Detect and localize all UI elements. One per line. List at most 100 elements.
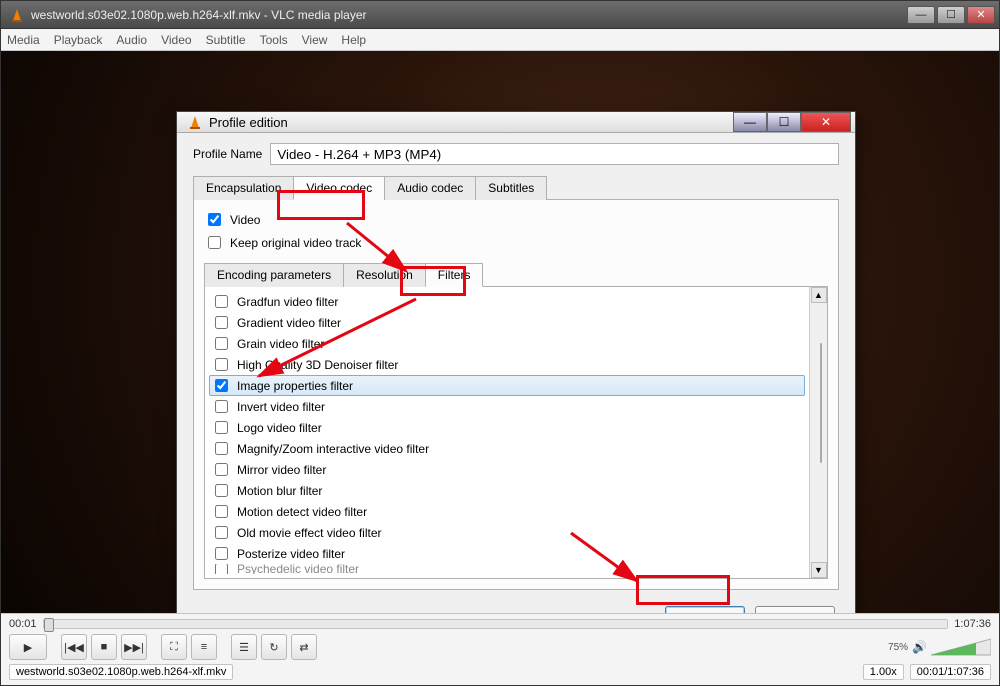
tab-encapsulation[interactable]: Encapsulation — [193, 176, 294, 200]
filter-checkbox[interactable] — [215, 295, 228, 308]
filter-label: Gradfun video filter — [237, 295, 338, 309]
menu-bar: Media Playback Audio Video Subtitle Tool… — [1, 29, 999, 51]
filter-item[interactable]: Logo video filter — [209, 417, 805, 438]
playlist-button[interactable]: ☰ — [231, 634, 257, 660]
filter-label: Old movie effect video filter — [237, 526, 382, 540]
filter-item[interactable]: Motion detect video filter — [209, 501, 805, 522]
video-checkbox[interactable] — [208, 213, 221, 226]
stop-button[interactable]: ■ — [91, 634, 117, 660]
video-codec-panel: Video Keep original video track Encoding… — [193, 200, 839, 590]
menu-media[interactable]: Media — [7, 33, 40, 47]
filter-checkbox[interactable] — [215, 484, 228, 497]
tab-subtitles[interactable]: Subtitles — [475, 176, 547, 200]
dialog-minimize-button[interactable]: — — [733, 112, 767, 132]
filter-label: Gradient video filter — [237, 316, 341, 330]
maximize-button[interactable]: ☐ — [937, 6, 965, 24]
playback-speed[interactable]: 1.00x — [863, 664, 904, 680]
filter-item[interactable]: Grain video filter — [209, 333, 805, 354]
scrollbar[interactable]: ▲ ▼ — [809, 287, 827, 578]
filter-label: Motion detect video filter — [237, 505, 367, 519]
extended-settings-button[interactable]: ≡ — [191, 634, 217, 660]
fullscreen-button[interactable]: ⛶ — [161, 634, 187, 660]
subtab-resolution[interactable]: Resolution — [343, 263, 426, 287]
filter-checkbox[interactable] — [215, 316, 228, 329]
play-button[interactable]: ▶ — [9, 634, 47, 660]
filter-checkbox[interactable] — [215, 442, 228, 455]
tab-audio-codec[interactable]: Audio codec — [384, 176, 476, 200]
filter-label: Psychedelic video filter — [237, 564, 359, 574]
menu-help[interactable]: Help — [341, 33, 366, 47]
video-area[interactable]: Profile edition — ☐ ✕ Profile Name Encap… — [1, 51, 999, 613]
sub-tabs: Encoding parameters Resolution Filters — [204, 262, 828, 287]
scroll-thumb[interactable] — [820, 343, 822, 463]
vlc-cone-icon — [9, 7, 25, 23]
subtab-encoding-parameters[interactable]: Encoding parameters — [204, 263, 344, 287]
keep-original-checkbox[interactable] — [208, 236, 221, 249]
filter-checkbox[interactable] — [215, 505, 228, 518]
speaker-icon[interactable]: 🔊 — [912, 640, 927, 654]
next-button[interactable]: ▶▶| — [121, 634, 147, 660]
filter-item[interactable]: Mirror video filter — [209, 459, 805, 480]
filter-label: Grain video filter — [237, 337, 324, 351]
menu-view[interactable]: View — [302, 33, 328, 47]
menu-subtitle[interactable]: Subtitle — [206, 33, 246, 47]
filter-label: High Quality 3D Denoiser filter — [237, 358, 398, 372]
time-total: 1:07:36 — [954, 618, 991, 630]
filter-item[interactable]: Old movie effect video filter — [209, 522, 805, 543]
volume-percent: 75% — [888, 642, 908, 653]
filter-item[interactable]: Gradfun video filter — [209, 291, 805, 312]
filter-checkbox[interactable] — [215, 337, 228, 350]
seek-knob[interactable] — [44, 618, 54, 632]
shuffle-button[interactable]: ⇄ — [291, 634, 317, 660]
filter-checkbox[interactable] — [215, 358, 228, 371]
menu-playback[interactable]: Playback — [54, 33, 103, 47]
filter-item[interactable]: Posterize video filter — [209, 543, 805, 564]
filter-item[interactable]: Motion blur filter — [209, 480, 805, 501]
filter-list[interactable]: Gradfun video filter Gradient video filte… — [205, 287, 809, 578]
dialog-titlebar[interactable]: Profile edition — ☐ ✕ — [177, 112, 855, 133]
dialog-close-button[interactable]: ✕ — [801, 112, 851, 132]
filter-checkbox[interactable] — [215, 400, 228, 413]
filter-item[interactable]: Image properties filter — [209, 375, 805, 396]
volume-slider[interactable] — [931, 637, 991, 657]
filter-item[interactable]: High Quality 3D Denoiser filter — [209, 354, 805, 375]
keep-original-label: Keep original video track — [230, 236, 361, 250]
filter-checkbox[interactable] — [215, 564, 228, 574]
loop-button[interactable]: ↻ — [261, 634, 287, 660]
dialog-maximize-button[interactable]: ☐ — [767, 112, 801, 132]
menu-tools[interactable]: Tools — [260, 33, 288, 47]
save-button[interactable]: Save — [665, 606, 745, 613]
filters-panel: Gradfun video filter Gradient video filte… — [204, 286, 828, 579]
close-button[interactable]: ✕ — [967, 6, 995, 24]
filter-checkbox[interactable] — [215, 526, 228, 539]
vlc-cone-icon — [187, 114, 203, 130]
video-checkbox-label: Video — [230, 213, 260, 227]
scroll-down-button[interactable]: ▼ — [811, 562, 827, 578]
main-tabs: Encapsulation Video codec Audio codec Su… — [193, 175, 839, 200]
seek-bar[interactable] — [43, 619, 949, 629]
previous-button[interactable]: |◀◀ — [61, 634, 87, 660]
filter-item[interactable]: Magnify/Zoom interactive video filter — [209, 438, 805, 459]
menu-video[interactable]: Video — [161, 33, 191, 47]
filter-item[interactable]: Gradient video filter — [209, 312, 805, 333]
filter-checkbox[interactable] — [215, 547, 228, 560]
filter-checkbox[interactable] — [215, 379, 228, 392]
cancel-button[interactable]: Cancel — [755, 606, 835, 613]
player-controls: 00:01 1:07:36 ▶ |◀◀ ■ ▶▶| ⛶ ≡ ☰ ↻ ⇄ 75% … — [1, 613, 999, 685]
status-filename: westworld.s03e02.1080p.web.h264-xlf.mkv — [9, 664, 233, 680]
scroll-up-button[interactable]: ▲ — [811, 287, 827, 303]
filter-label: Posterize video filter — [237, 547, 345, 561]
profile-edition-dialog: Profile edition — ☐ ✕ Profile Name Encap… — [176, 111, 856, 613]
tab-video-codec[interactable]: Video codec — [293, 176, 385, 200]
main-titlebar[interactable]: westworld.s03e02.1080p.web.h264-xlf.mkv … — [1, 1, 999, 29]
subtab-filters[interactable]: Filters — [425, 263, 484, 287]
filter-checkbox[interactable] — [215, 421, 228, 434]
filter-item[interactable]: Psychedelic video filter — [209, 564, 805, 574]
filter-checkbox[interactable] — [215, 463, 228, 476]
filter-item[interactable]: Invert video filter — [209, 396, 805, 417]
menu-audio[interactable]: Audio — [116, 33, 147, 47]
time-indicator[interactable]: 00:01/1:07:36 — [910, 664, 991, 680]
profile-name-input[interactable] — [270, 143, 839, 165]
minimize-button[interactable]: — — [907, 6, 935, 24]
profile-name-label: Profile Name — [193, 147, 262, 161]
